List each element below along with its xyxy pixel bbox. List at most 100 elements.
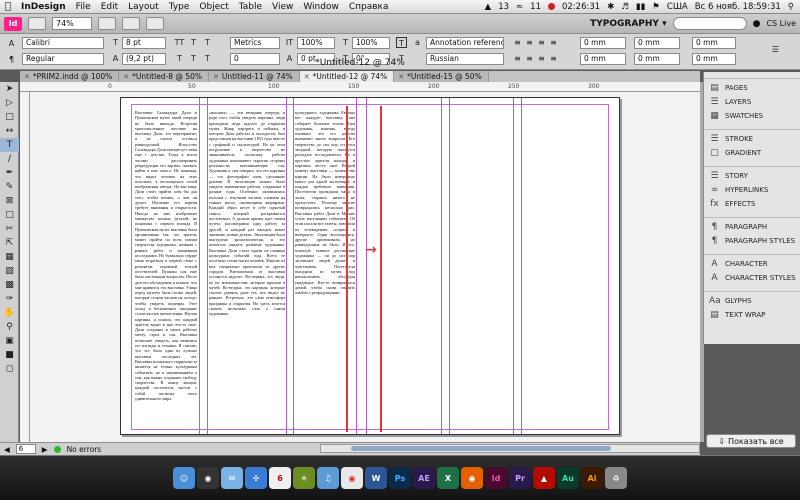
indesign-dock-icon[interactable]: Id	[485, 467, 507, 489]
close-tab-icon[interactable]: ✕	[213, 73, 219, 81]
text-column-2[interactable]: «высших» — эти вечерние очереди, и ради …	[209, 110, 285, 430]
bluetooth-icon[interactable]: ✱	[607, 2, 614, 12]
mail-dock-icon[interactable]: ✉	[221, 467, 243, 489]
character-style-select[interactable]: Annotation reference	[426, 37, 504, 49]
menu-window[interactable]: Window	[298, 2, 344, 12]
help-search-input[interactable]	[672, 17, 747, 30]
acrobat-dock-icon[interactable]: ▲	[533, 467, 555, 489]
panel-pages[interactable]: ▤ PAGES	[704, 81, 800, 95]
line-tool-icon[interactable]: ∕	[0, 152, 19, 166]
locale-flag-icon[interactable]: ⚑	[652, 2, 660, 12]
character-mode-icon[interactable]: A	[6, 38, 17, 49]
battery-icon[interactable]: ▮▮	[636, 2, 645, 12]
align-left-icon[interactable]: ≡	[512, 37, 523, 48]
bridge-button[interactable]	[28, 17, 46, 30]
dashboard-dock-icon[interactable]: ◉	[197, 467, 219, 489]
menu-help[interactable]: Справка	[344, 2, 394, 12]
safari-dock-icon[interactable]: ✣	[245, 467, 267, 489]
kerning-field[interactable]: Metrics	[230, 37, 280, 49]
gradient-tool-icon[interactable]: ▦	[0, 250, 19, 264]
zoom-level-field[interactable]: 74%	[52, 17, 92, 30]
adobe-updates-icon[interactable]: ▲	[485, 2, 492, 12]
panel-paragraph-styles[interactable]: ¶ PARAGRAPH STYLES	[704, 234, 800, 248]
tab-prim2[interactable]: ✕ *PRIM2.indd @ 100%	[20, 71, 120, 82]
underline-icon[interactable]: T	[202, 37, 213, 48]
menu-app-name[interactable]: InDesign	[16, 2, 71, 12]
justify-icon[interactable]: ≡	[548, 37, 559, 48]
word-dock-icon[interactable]: W	[365, 467, 387, 489]
hand-tool-icon[interactable]: ✋	[0, 306, 19, 320]
panel-text-wrap[interactable]: ▤ TEXT WRAP	[704, 308, 800, 322]
panel-swatches[interactable]: ▦ SWATCHES	[704, 109, 800, 123]
align-center-icon[interactable]: ≡	[524, 37, 535, 48]
close-tab-icon[interactable]: ✕	[304, 73, 310, 81]
right-indent-field[interactable]: 0 mm	[634, 37, 680, 49]
paragraph-mode-icon[interactable]: ¶	[6, 54, 17, 65]
selection-tool-icon[interactable]: ➤	[0, 82, 19, 96]
next-page-icon[interactable]: ▶	[42, 445, 48, 454]
horizontal-scale-field[interactable]: 100%	[352, 37, 390, 49]
rectangle-frame-tool-icon[interactable]: ⊠	[0, 194, 19, 208]
horizontal-ruler[interactable]: 0 50 100 150 200 250 300	[20, 82, 700, 92]
tab-untitled-15[interactable]: ✕ *Untitled-15 @ 50%	[394, 71, 489, 82]
excel-dock-icon[interactable]: X	[437, 467, 459, 489]
note-tool-icon[interactable]: ▩	[0, 278, 19, 292]
all-caps-icon[interactable]: TT	[174, 37, 185, 48]
chrome-dock-icon[interactable]: ◉	[341, 467, 363, 489]
scissors-tool-icon[interactable]: ✂	[0, 222, 19, 236]
pencil-tool-icon[interactable]: ✎	[0, 180, 19, 194]
view-options-button[interactable]	[98, 17, 116, 30]
close-tab-icon[interactable]: ✕	[398, 73, 404, 81]
space-before-field[interactable]: 0 mm	[692, 37, 736, 49]
document-page[interactable]: Выставки Сальвадора Дали в Пушкинском му…	[120, 97, 620, 435]
panel-gradient[interactable]: ▢ GRADIENT	[704, 146, 800, 160]
ical-dock-icon[interactable]: 6	[269, 467, 291, 489]
horizontal-scrollbar[interactable]	[320, 444, 700, 453]
menu-object[interactable]: Object	[194, 2, 233, 12]
panel-paragraph[interactable]: ¶ PARAGRAPH	[704, 220, 800, 234]
preview-mode-icon[interactable]: ◻	[0, 362, 19, 376]
cs-live-label[interactable]: CS Live	[766, 19, 796, 28]
menu-table[interactable]: Table	[234, 2, 267, 12]
first-page-icon[interactable]: ◀	[4, 445, 10, 454]
gradient-feather-tool-icon[interactable]: ▧	[0, 264, 19, 278]
vertical-scale-field[interactable]: 100%	[297, 37, 335, 49]
panel-hyperlinks[interactable]: ∞ HYPERLINKS	[704, 183, 800, 197]
vertical-ruler[interactable]	[20, 92, 30, 442]
panel-story[interactable]: ☰ STORY	[704, 169, 800, 183]
font-size-field[interactable]: 8 pt	[122, 37, 166, 49]
apply-color-icon[interactable]: ■	[0, 348, 19, 362]
tab-untitled-11[interactable]: ✕ Untitled-11 @ 74%	[209, 71, 300, 82]
zoom-tool-icon[interactable]: ⚲	[0, 320, 19, 334]
premiere-dock-icon[interactable]: Pr	[509, 467, 531, 489]
pasteboard[interactable]: Выставки Сальвадора Дали в Пушкинском му…	[30, 92, 700, 442]
menu-layout[interactable]: Layout	[123, 2, 164, 12]
record-icon[interactable]	[547, 3, 555, 10]
itunes-dock-icon[interactable]: ♫	[317, 467, 339, 489]
volume-icon[interactable]: ♬	[621, 2, 629, 12]
panel-character-styles[interactable]: A CHARACTER STYLES	[704, 271, 800, 285]
align-right-icon[interactable]: ≡	[536, 37, 547, 48]
close-tab-icon[interactable]: ✕	[123, 73, 129, 81]
page-number-field[interactable]: 6	[15, 444, 36, 454]
arrange-documents-button[interactable]	[146, 17, 164, 30]
panel-layers[interactable]: ☰ LAYERS	[704, 95, 800, 109]
left-indent-field[interactable]: 0 mm	[580, 37, 626, 49]
close-tab-icon[interactable]: ✕	[24, 73, 30, 81]
menu-file[interactable]: File	[71, 2, 96, 12]
type-tool-icon[interactable]: T	[0, 138, 19, 152]
after-effects-dock-icon[interactable]: AE	[413, 467, 435, 489]
clock[interactable]: Вс 6 нояб. 18:59:31	[695, 2, 781, 12]
fill-color-icon[interactable]: T	[396, 37, 407, 48]
small-caps-icon[interactable]: T	[188, 37, 199, 48]
locale-label[interactable]: США	[667, 2, 688, 12]
panel-character[interactable]: A CHARACTER	[704, 257, 800, 271]
audition-dock-icon[interactable]: Au	[557, 467, 579, 489]
finder-dock-icon[interactable]: ☺	[173, 467, 195, 489]
font-family-select[interactable]: Calibri	[22, 37, 104, 49]
workspace-switcher[interactable]: TYPOGRAPHY ▾	[590, 19, 666, 29]
tab-untitled-8[interactable]: ✕ *Untitled-8 @ 50%	[119, 71, 209, 82]
pen-tool-icon[interactable]: ✒	[0, 166, 19, 180]
text-column-1[interactable]: Выставки Сальвадора Дали в Пушкинском му…	[135, 110, 197, 430]
panel-stroke[interactable]: ☰ STROKE	[704, 132, 800, 146]
